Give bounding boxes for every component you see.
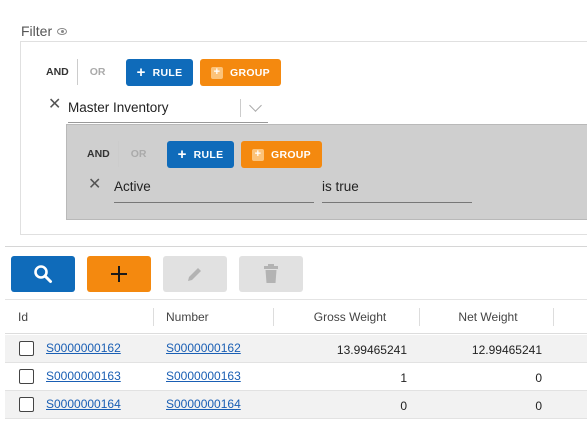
group-add-group-label: GROUP [270,148,311,161]
row-number-link[interactable]: S0000000164 [166,397,241,411]
row-number-link[interactable]: S0000000162 [166,341,241,355]
row-number-link[interactable]: S0000000163 [166,369,241,383]
add-group-label: GROUP [229,66,270,79]
column-header-net-weight[interactable]: Net Weight [421,300,555,334]
or-toggle[interactable]: OR [78,66,106,78]
chevron-down-icon[interactable] [249,99,262,112]
row-net-weight: 12.99465241 [471,343,542,357]
row-checkbox[interactable] [19,341,34,356]
group-add-rule-label: RULE [193,148,224,161]
field-select-value: Master Inventory [68,100,169,115]
row-gross-weight: 1 [400,371,407,385]
filter-title-label: Filter [21,23,53,39]
group-or-toggle[interactable]: OR [119,148,147,160]
and-toggle[interactable]: AND [46,66,77,78]
table-row[interactable]: S0000000164 S0000000164 0 0 [5,391,587,419]
table-row[interactable]: S0000000162 S0000000162 13.99465241 12.9… [5,335,587,363]
field-select[interactable]: Master Inventory [68,96,268,123]
add-group-icon: + [210,66,223,79]
row-net-weight: 0 [535,371,542,385]
column-divider [553,308,554,326]
column-header-id[interactable]: Id [18,300,28,334]
data-grid: Id Number Gross Weight Net Weight S00000… [5,299,587,424]
table-row[interactable]: S0000000163 S0000000163 1 0 [5,363,587,391]
trash-icon [264,264,278,283]
plus-icon: + [136,64,146,81]
logic-toggle: AND OR [46,59,106,85]
filter-panel: Filter AND OR + RULE + GROUP ✕ Master In… [5,5,587,247]
plus-icon [111,266,127,282]
add-rule-button[interactable]: + RULE [126,59,193,86]
group-and-toggle[interactable]: AND [87,148,118,160]
eye-icon[interactable] [57,27,68,35]
column-divider [419,308,420,326]
add-rule-label: RULE [152,66,183,79]
select-divider [240,99,241,117]
column-header-number[interactable]: Number [166,300,209,334]
delete-button[interactable] [239,256,303,292]
pencil-icon [188,268,201,281]
filter-group: AND OR + RULE + GROUP ✕ Active is true [66,124,587,220]
group-logic-toggle: AND OR [87,141,147,167]
remove-rule-icon[interactable]: ✕ [48,97,61,113]
row-checkbox[interactable] [19,369,34,384]
column-divider [273,308,274,326]
column-header-gross-weight[interactable]: Gross Weight [275,300,425,334]
row-gross-weight: 13.99465241 [336,343,407,357]
row-id-link[interactable]: S0000000164 [46,397,121,411]
row-gross-weight: 0 [400,399,407,413]
rule-operator-select[interactable]: is true [322,175,472,203]
column-divider [153,308,154,326]
group-add-group-button[interactable]: + GROUP [241,141,322,168]
add-group-icon: + [251,148,264,161]
toolbar [0,249,587,297]
add-button[interactable] [87,256,151,292]
search-button[interactable] [11,256,75,292]
row-id-link[interactable]: S0000000162 [46,341,121,355]
plus-icon: + [177,146,187,163]
grid-header: Id Number Gross Weight Net Weight [5,300,587,334]
row-checkbox[interactable] [19,397,34,412]
filter-title: Filter [21,23,68,39]
row-net-weight: 0 [535,399,542,413]
rule-field-select[interactable]: Active [114,175,314,203]
add-group-button[interactable]: + GROUP [200,59,281,86]
edit-button[interactable] [163,256,227,292]
row-id-link[interactable]: S0000000163 [46,369,121,383]
group-add-rule-button[interactable]: + RULE [167,141,234,168]
remove-group-rule-icon[interactable]: ✕ [88,177,101,193]
search-icon [34,265,52,283]
